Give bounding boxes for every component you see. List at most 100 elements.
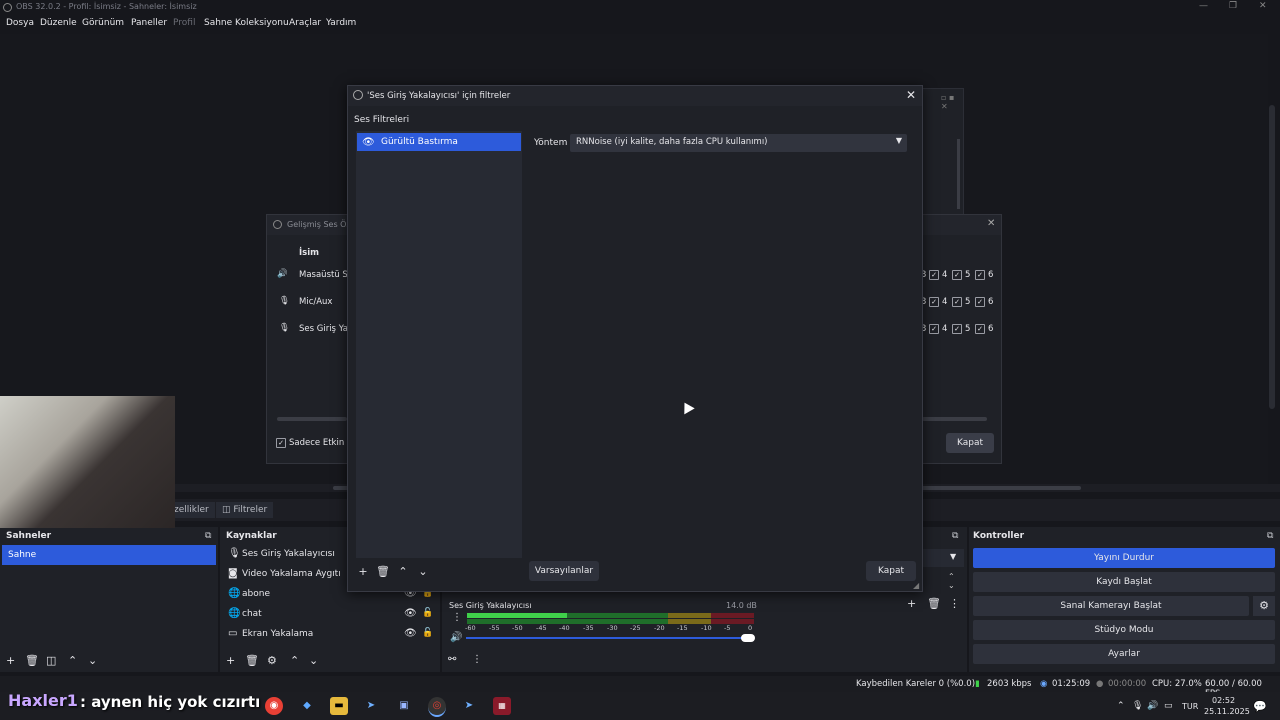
filter-list[interactable] [356,131,522,558]
preview-vertical-scrollbar[interactable] [1269,105,1275,409]
studio-mode-button[interactable]: Stüdyo Modu [973,620,1275,640]
menu-view[interactable]: Görünüm [82,18,124,28]
lock-icon[interactable]: 🔓 [422,608,433,618]
gear-icon[interactable]: ⚙ [267,654,277,667]
undock-icon[interactable]: ⧉ [1267,531,1273,541]
down-icon[interactable]: ⌄ [309,654,318,667]
add-filter-icon[interactable]: + [355,564,371,580]
track-checkbox[interactable]: ✓ [929,270,939,280]
up-icon[interactable]: ⌃ [290,654,299,667]
track-checkbox[interactable]: ✓ [929,297,939,307]
app-icon[interactable]: ◆ [298,697,316,715]
tab-properties[interactable]: zellikler [168,502,215,518]
resize-grip-icon[interactable]: ◢ [913,581,919,590]
spin-icon[interactable]: ⌃ ⌄ [948,572,955,590]
close-icon[interactable]: ✕ [906,88,916,102]
scene-item[interactable]: Sahne [2,545,216,565]
source-name: Ses Giriş Yakalayıcısı [242,549,335,559]
track-checkbox[interactable]: ✓ [975,324,985,334]
track-checkbox[interactable]: ✓ [952,270,962,280]
trash-icon[interactable]: 🗑 [927,597,941,610]
source-row[interactable]: ▭ Ekran Yakalama 👁 🔓 [222,625,438,645]
stop-streaming-button[interactable]: Yayını Durdur [973,548,1275,568]
track-checkbox[interactable]: ✓ [952,324,962,334]
menu-help[interactable]: Yardım [326,18,356,28]
menu-file[interactable]: Dosya [6,18,34,28]
maximize-icon[interactable]: ❐ [1229,1,1237,11]
camera-icon: ◙ [228,568,238,579]
record-icon: ● [1096,679,1104,689]
undock-icon[interactable]: ⧉ [205,531,211,541]
down-icon[interactable]: ⌄ [88,654,97,667]
clock-date[interactable]: 25.11.2025 [1204,707,1250,716]
chevron-up-icon[interactable]: ⌃ [1117,701,1125,711]
trash-icon[interactable]: 🗑 [245,654,259,667]
eye-icon[interactable]: 👁 [404,628,417,639]
mic-icon[interactable]: 🎙 [1132,701,1143,711]
link-icon[interactable]: ⚯ [448,654,456,665]
language[interactable]: TUR [1182,702,1198,711]
filter-item[interactable]: 👁 Gürültü Bastırma [357,133,521,151]
app-icon[interactable]: ➤ [460,697,478,715]
close-icon[interactable]: ✕ [987,218,995,229]
close-icon[interactable]: ✕ [1259,1,1267,11]
trash-icon[interactable]: 🗑 [25,654,39,667]
app-icon[interactable]: ➤ [362,697,380,715]
obs-taskbar-icon[interactable]: ◎ [428,697,446,717]
lock-icon[interactable]: 🔓 [422,628,433,638]
source-row[interactable]: 🌐 chat 👁 🔓 [222,605,438,625]
method-select[interactable]: RNNoise (iyi kalite, daha fazla CPU kull… [570,134,907,152]
scroll-thumb[interactable] [277,417,347,421]
network-icon[interactable]: ▭ [1164,701,1173,711]
minimize-icon[interactable]: — [1199,1,1208,11]
eye-icon[interactable]: 👁 [404,608,417,619]
tab-filters[interactable]: ◫ Filtreler [216,502,274,518]
trash-icon[interactable]: 🗑 [375,564,391,580]
close-button[interactable]: Kapat [866,561,916,581]
volume-icon[interactable]: 🔊 [450,632,462,643]
background-window: ▫ ▪ ✕ [920,88,964,220]
volume-slider[interactable] [466,637,750,639]
only-active-checkbox[interactable]: ✓ [276,438,286,448]
track-checkbox[interactable]: ✓ [975,297,985,307]
notification-icon[interactable]: 💬 [1253,700,1267,713]
move-down-icon[interactable]: ⌄ [415,564,431,580]
settings-button[interactable]: Ayarlar [973,644,1275,664]
audio-filters-label: Ses Filtreleri [354,115,410,125]
track-checkbox[interactable]: ✓ [975,270,985,280]
scroll-thumb[interactable] [922,417,987,421]
chrome-icon[interactable]: ◉ [265,697,283,715]
folder-icon[interactable]: ▬ [330,697,348,715]
up-icon[interactable]: ⌃ [68,654,77,667]
filter-icon[interactable]: ◫ [46,654,56,667]
undock-icon[interactable]: ⧉ [952,531,958,541]
menu-edit[interactable]: Düzenle [40,18,77,28]
start-recording-button[interactable]: Kaydı Başlat [973,572,1275,592]
add-icon[interactable]: + [6,654,15,667]
app-icon[interactable]: ▦ [493,697,511,715]
clock-time[interactable]: 02:52 [1212,696,1235,705]
defaults-button[interactable]: Varsayılanlar [529,561,599,581]
add-icon[interactable]: + [907,597,916,610]
more-icon[interactable]: ⋮ [452,612,462,623]
advanced-close-button[interactable]: Kapat [946,433,994,453]
track-checkbox[interactable]: ✓ [952,297,962,307]
menu-tools[interactable]: Araçlar [289,18,321,28]
move-up-icon[interactable]: ⌃ [395,564,411,580]
more-icon[interactable]: ⋮ [949,597,960,610]
app-icon[interactable]: ▣ [395,697,413,715]
more-icon[interactable]: ⋮ [472,654,482,665]
menu-scene-collection[interactable]: Sahne Koleksiyonu [204,18,289,28]
add-icon[interactable]: + [226,654,235,667]
scenes-title: Sahneler [6,531,52,541]
track-checkbox[interactable]: ✓ [929,324,939,334]
chevron-down-icon[interactable]: ▼ [950,552,956,561]
menu-docks[interactable]: Paneller [131,18,167,28]
volume-slider-handle[interactable] [741,634,755,642]
gear-icon[interactable]: ⚙ [1253,596,1275,616]
speaker-icon[interactable]: 🔊 [1147,701,1158,711]
menu-profile[interactable]: Profil [173,18,195,28]
eye-icon[interactable]: 👁 [362,134,375,152]
track-label: 6 [988,297,994,307]
start-virtual-camera-button[interactable]: Sanal Kamerayı Başlat [973,596,1249,616]
